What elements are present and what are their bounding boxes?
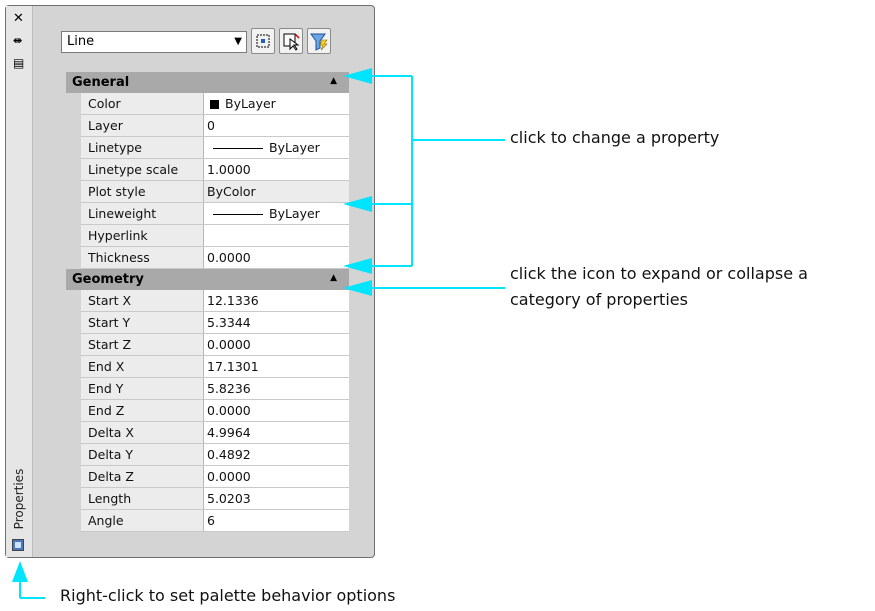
callout-expand-collapse-line2: category of properties: [510, 290, 688, 309]
arrow-head: [343, 68, 372, 84]
arrow-head: [343, 280, 372, 296]
callout-right-click: Right-click to set palette behavior opti…: [60, 586, 396, 605]
arrow-head: [343, 258, 372, 274]
arrow-head: [12, 561, 28, 582]
callout-expand-collapse-line1: click the icon to expand or collapse a: [510, 264, 808, 283]
callout-change-property: click to change a property: [510, 128, 720, 147]
arrow-head: [343, 196, 372, 212]
callout-arrows: [12, 68, 505, 599]
